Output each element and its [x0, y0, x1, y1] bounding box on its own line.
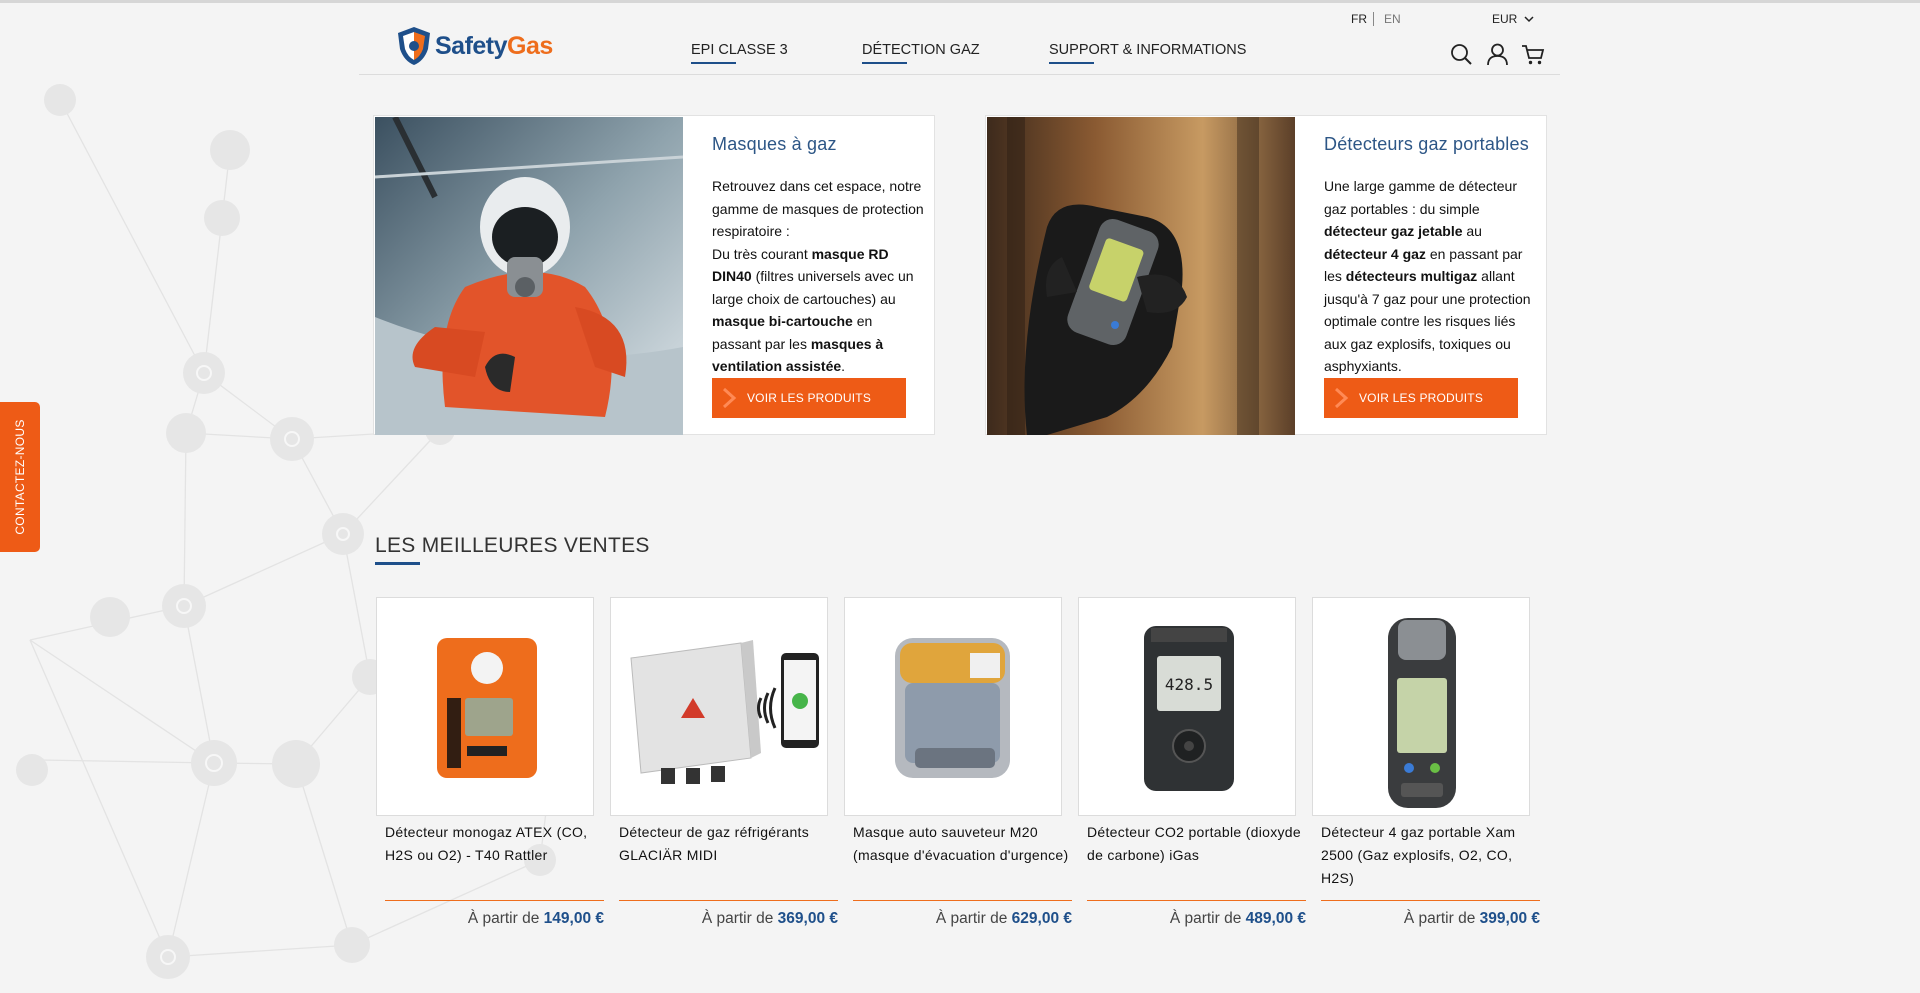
product-price: À partir de 629,00 € [853, 910, 1072, 928]
product-card: 428.5 Détecteur CO2 portable (dioxyde de… [1078, 597, 1306, 927]
currency-select[interactable]: EUR [1492, 12, 1534, 26]
product-name[interactable]: Détecteur 4 gaz portable Xam 2500 (Gaz e… [1312, 821, 1540, 890]
price-value: 489,00 € [1245, 910, 1306, 927]
product-price: À partir de 489,00 € [1087, 910, 1306, 928]
section-title-underline [375, 562, 420, 565]
view-products-button[interactable]: VOIR LES PRODUITS [1324, 378, 1518, 418]
category-card-body: Masques à gaz Retrouvez dans cet espace,… [712, 134, 924, 378]
logo-text-gas: Gas [507, 31, 553, 60]
currency-value: EUR [1492, 12, 1518, 26]
product-card: Détecteur 4 gaz portable Xam 2500 (Gaz e… [1312, 597, 1540, 927]
category-description: Une large gamme de détecteur gaz portabl… [1324, 178, 1531, 374]
price-divider [385, 900, 604, 901]
logo-text-safety: Safety [435, 31, 508, 60]
lang-fr[interactable]: FR [1351, 12, 1374, 26]
product-price: À partir de 369,00 € [619, 910, 838, 928]
category-description: Retrouvez dans cet espace, notre gamme d… [712, 178, 924, 374]
nav-support-informations[interactable]: SUPPORT & INFORMATIONS [1049, 42, 1246, 64]
shield-logo-icon [398, 27, 430, 65]
price-value: 369,00 € [777, 910, 838, 927]
product-name[interactable]: Détecteur de gaz réfrigérants GLACIÄR MI… [610, 821, 838, 867]
product-price: À partir de 399,00 € [1321, 910, 1540, 928]
price-value: 629,00 € [1011, 910, 1072, 927]
view-products-label: VOIR LES PRODUITS [1358, 391, 1484, 405]
price-prefix: À partir de [1169, 910, 1242, 927]
site-header: SafetyGas EPI CLASSE 3 DÉTECTION GAZ SUP… [359, 3, 1560, 75]
category-card-detecteurs: Détecteurs gaz portables Une large gamme… [985, 115, 1547, 435]
product-card: Détecteur de gaz réfrigérants GLACIÄR MI… [610, 597, 838, 927]
category-title: Détecteurs gaz portables [1324, 134, 1529, 154]
category-card-body: Détecteurs gaz portables Une large gamme… [1324, 134, 1536, 378]
price-prefix: À partir de [467, 910, 540, 927]
language-switcher: FR EN [1351, 12, 1401, 26]
price-divider [853, 900, 1072, 901]
price-prefix: À partir de [1403, 910, 1476, 927]
product-image-glaciar-midi[interactable] [610, 597, 828, 816]
chevron-down-icon [1524, 15, 1534, 22]
price-value: 149,00 € [543, 910, 604, 927]
product-card: Masque auto sauveteur M20 (masque d'évac… [844, 597, 1072, 927]
portable-detector-hand-image [987, 117, 1295, 435]
nav-epi-classe-3[interactable]: EPI CLASSE 3 [691, 42, 788, 64]
igas-screen-value: 428.5 [1165, 675, 1213, 694]
view-products-label: VOIR LES PRODUITS [746, 391, 872, 405]
price-value: 399,00 € [1479, 910, 1540, 927]
nav-detection-gaz[interactable]: DÉTECTION GAZ [862, 42, 980, 64]
header-icons [1449, 42, 1546, 67]
user-icon[interactable] [1485, 42, 1510, 67]
gas-mask-worker-image [375, 117, 683, 435]
lang-en[interactable]: EN [1374, 12, 1401, 26]
product-image-m20-self-rescuer[interactable] [844, 597, 1062, 816]
logo-text: SafetyGas [435, 32, 553, 61]
price-prefix: À partir de [935, 910, 1008, 927]
cart-icon[interactable] [1521, 42, 1546, 67]
product-card: Détecteur monogaz ATEX (CO, H2S ou O2) -… [376, 597, 604, 927]
logo[interactable]: SafetyGas [395, 25, 553, 67]
product-name[interactable]: Détecteur monogaz ATEX (CO, H2S ou O2) -… [376, 821, 604, 867]
chevron-right-icon [1334, 387, 1349, 409]
contact-tab-label: CONTACTEZ-NOUS [13, 419, 27, 535]
price-divider [1321, 900, 1540, 901]
price-divider [1087, 900, 1306, 901]
price-divider [619, 900, 838, 901]
product-image-igas[interactable]: 428.5 [1078, 597, 1296, 816]
search-icon[interactable] [1449, 42, 1474, 67]
product-image-t40-rattler[interactable] [376, 597, 594, 816]
product-image-xam-2500[interactable] [1312, 597, 1530, 816]
category-card-masques: Masques à gaz Retrouvez dans cet espace,… [373, 115, 935, 435]
view-products-button[interactable]: VOIR LES PRODUITS [712, 378, 906, 418]
product-name[interactable]: Détecteur CO2 portable (dioxyde de carbo… [1078, 821, 1306, 867]
price-prefix: À partir de [701, 910, 774, 927]
category-title: Masques à gaz [712, 134, 837, 154]
contact-tab[interactable]: CONTACTEZ-NOUS [0, 402, 40, 552]
chevron-right-icon [722, 387, 737, 409]
product-price: À partir de 149,00 € [385, 910, 604, 928]
section-title: LES MEILLEURES VENTES [375, 534, 650, 557]
product-name[interactable]: Masque auto sauveteur M20 (masque d'évac… [844, 821, 1072, 867]
